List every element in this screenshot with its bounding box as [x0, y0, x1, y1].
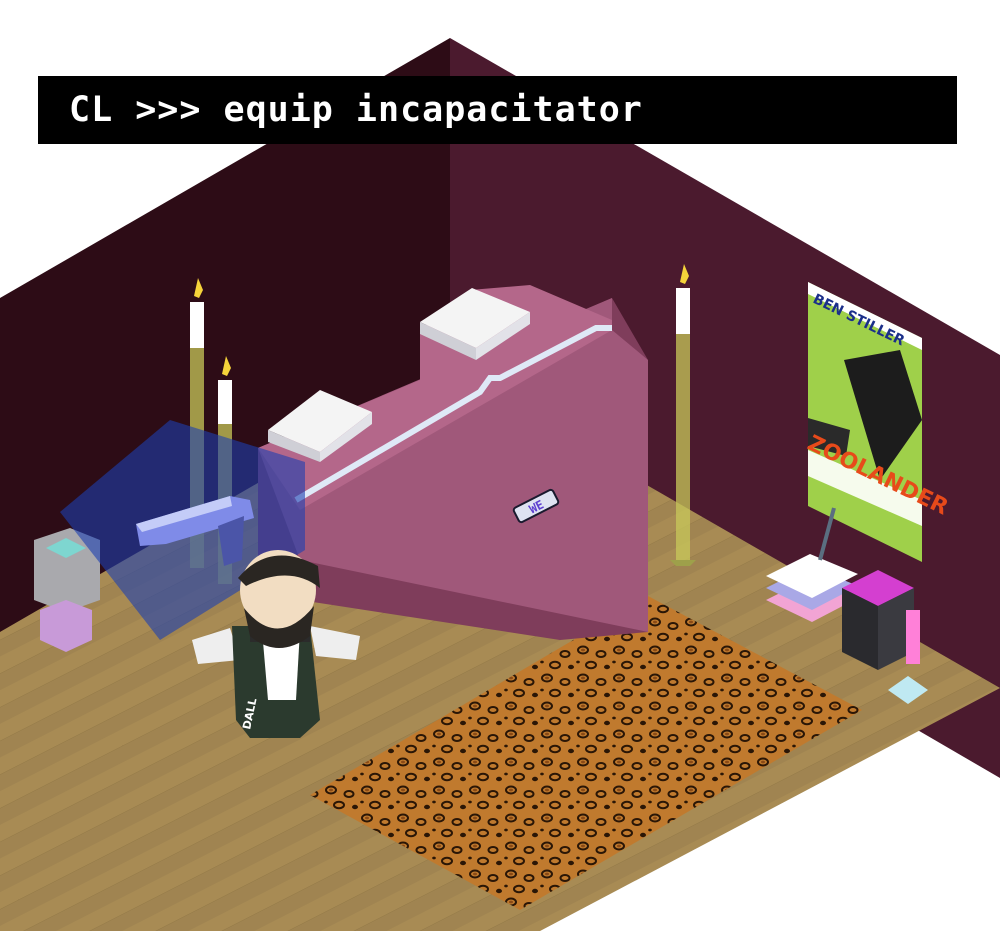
command-line: CL >>> equip incapacitator — [69, 90, 643, 130]
computer-tower — [842, 570, 914, 670]
command-bar: CL >>> equip incapacitator — [38, 76, 957, 144]
